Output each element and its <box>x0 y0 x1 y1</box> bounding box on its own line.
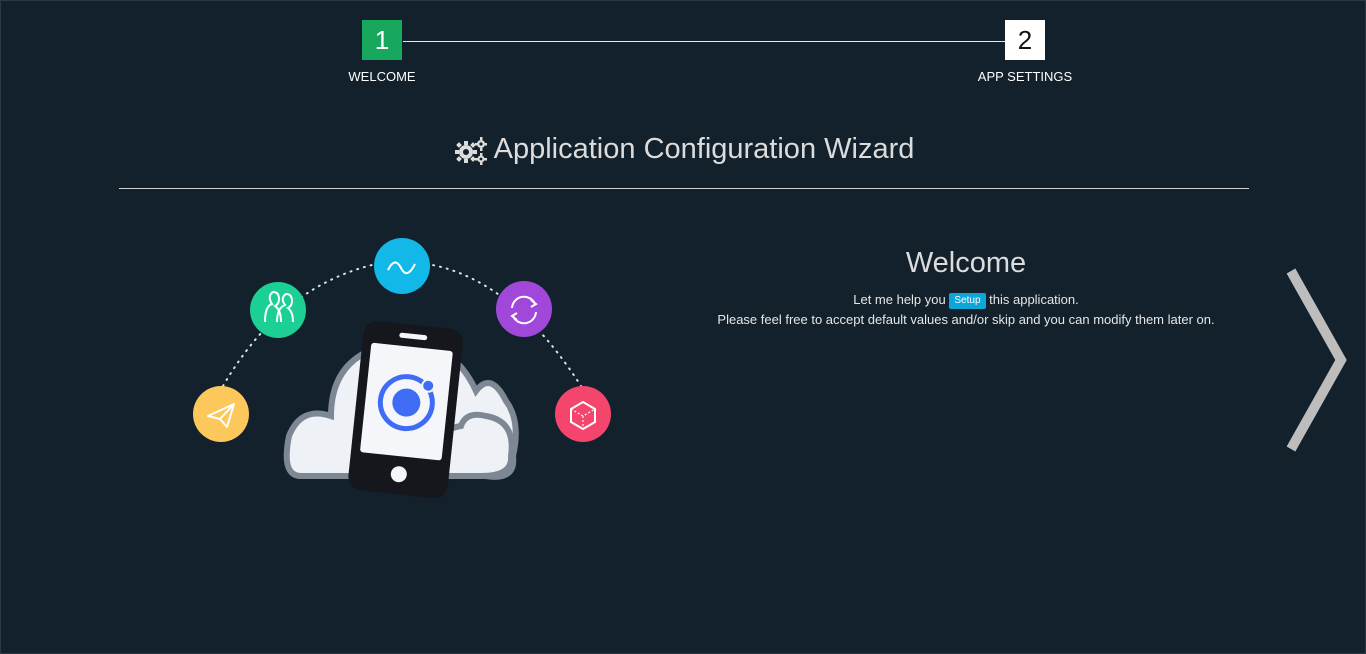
sync-icon <box>496 281 552 337</box>
send-icon <box>193 386 249 442</box>
chevron-right-icon[interactable] <box>1283 267 1349 453</box>
wave-icon <box>374 238 430 294</box>
welcome-intro-line: Let me help you Setup this application. <box>701 290 1231 310</box>
welcome-intro-before: Let me help you <box>853 292 946 307</box>
welcome-description: Please feel free to accept default value… <box>717 312 1215 327</box>
welcome-intro-after: this application. <box>989 292 1079 307</box>
gears-icon <box>454 136 487 165</box>
title-divider <box>119 188 1249 189</box>
people-icon <box>250 282 306 338</box>
welcome-heading: Welcome <box>905 247 1027 279</box>
setup-badge: Setup <box>949 293 986 309</box>
welcome-panel: Welcome Let me help you Setup this appli… <box>701 247 1231 330</box>
page-title: Application Configuration Wizard <box>119 133 1249 166</box>
step-1-label: WELCOME <box>348 69 416 84</box>
step-1-indicator[interactable]: 1 <box>362 20 402 60</box>
wizard-page: 1 2 WELCOME APP SETTINGS Application Con… <box>0 0 1366 654</box>
cube-icon <box>555 386 611 442</box>
cloud-phone-illustration <box>193 238 611 498</box>
step-2-indicator[interactable]: 2 <box>1005 20 1045 60</box>
step-2-label: APP SETTINGS <box>977 69 1073 84</box>
stepper-connector <box>403 41 1006 42</box>
phone-icon <box>348 321 463 498</box>
page-title-text: Application Configuration Wizard <box>493 133 915 165</box>
